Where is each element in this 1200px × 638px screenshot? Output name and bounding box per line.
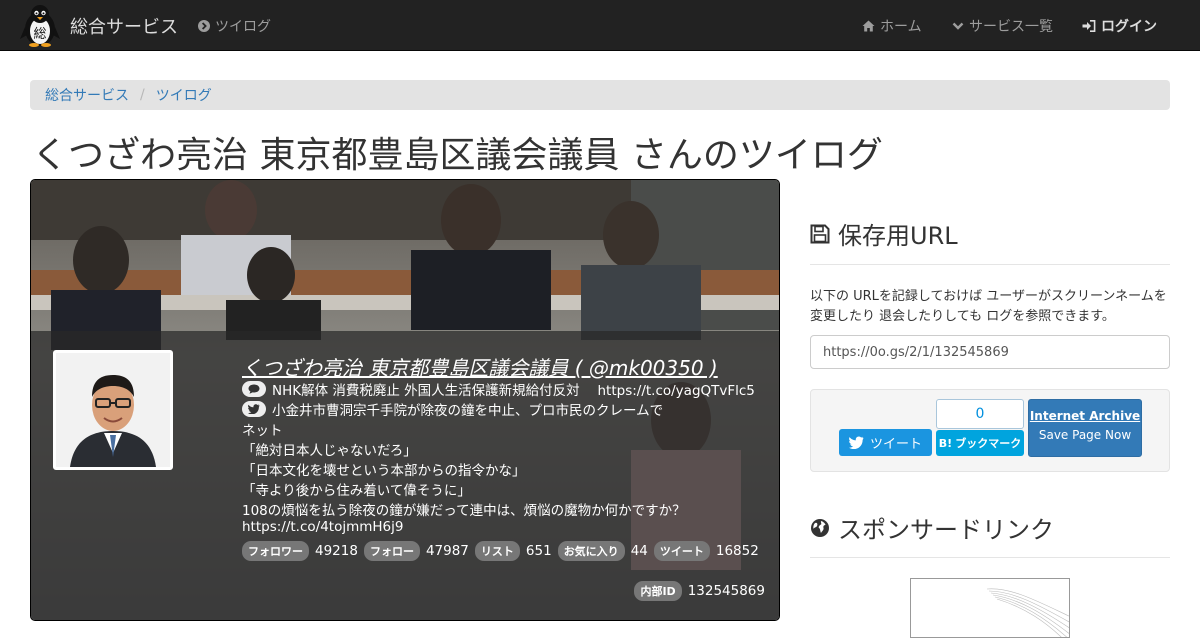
latest-tweet-line: 108の煩悩を払う除夜の鐘が嫌だって連中は、煩悩の魔物か何かですか？ <box>242 503 686 519</box>
stat-label-favorites: お気に入り <box>557 541 625 561</box>
profile-stats: フォロワー 49218 フォロー 47987 リスト 651 お気に入り 44 … <box>242 541 765 561</box>
latest-tweet-line: 「絶対日本人じゃないだろ」 <box>242 443 417 459</box>
profile-bio-text: NHK解体 消費税廃止 外国人生活保護新規給付反対 https://t.co/y… <box>272 383 755 399</box>
save-url-note: 以下の URLを記録しておけば ユーザーがスクリーンネームを変更したり 退会した… <box>810 289 1167 324</box>
hatena-badge-icon: B! <box>938 436 953 450</box>
tweet-button[interactable]: ツイート <box>839 429 932 456</box>
latest-tweet-line: ネット <box>242 423 283 439</box>
stat-label-following: フォロー <box>363 541 420 561</box>
save-url-heading-text: 保存用URL <box>838 222 958 250</box>
stat-label-tweets: ツイート <box>653 541 710 561</box>
breadcrumb: 総合サービス / ツイログ <box>30 80 1170 110</box>
hatena-bookmark-label: ブックマーク <box>955 437 1022 450</box>
page-title: くつざわ亮治 東京都豊島区議会議員 さんのツイログ <box>32 135 883 176</box>
save-url-heading: 保存用URL <box>810 216 958 251</box>
internal-id: 内部ID 132545869 <box>634 581 765 601</box>
tweet-button-label: ツイート <box>869 437 922 452</box>
chevron-down-icon <box>952 22 964 30</box>
home-icon <box>862 20 875 32</box>
latest-tweet-line: 「日本文化を壊せという本部からの指令かな」 <box>242 463 526 479</box>
breadcrumb-item-tweetlog[interactable]: ツイログ <box>156 85 212 105</box>
chevron-circle-right-icon <box>198 20 210 32</box>
sponsor-heading-text: スポンサードリンク <box>838 516 1054 544</box>
nav-services[interactable]: サービス一覧 <box>952 16 1053 36</box>
share-buttons-panel: ツイート 0 B! ブックマーク Internet Archive Save P… <box>810 389 1170 472</box>
stat-value-followers: 49218 <box>315 543 358 559</box>
sponsor-heading: スポンサードリンク <box>810 510 1054 545</box>
nav-home-label: ホーム <box>880 19 922 35</box>
internal-id-label: 内部ID <box>634 581 682 601</box>
brand-link[interactable]: 総合サービス <box>70 13 178 39</box>
latest-tweet-link[interactable]: https://t.co/4tojmmH6j9 <box>242 519 403 535</box>
divider <box>810 264 1170 265</box>
latest-tweet-line: 「寺より後から住み着いて偉そうに」 <box>242 483 471 499</box>
floppy-disk-icon <box>810 224 830 243</box>
nav-tweetlog-label: ツイログ <box>215 19 271 35</box>
nav-home[interactable]: ホーム <box>862 16 922 36</box>
penguin-logo-icon[interactable]: 総 <box>18 3 62 47</box>
twitter-bird-icon <box>848 436 864 449</box>
sign-in-icon <box>1082 20 1096 32</box>
internet-archive-button[interactable]: Internet Archive Save Page Now <box>1028 399 1142 457</box>
profile-bio: NHK解体 消費税廃止 外国人生活保護新規給付反対 https://t.co/y… <box>242 379 755 399</box>
stat-value-tweets: 16852 <box>715 543 759 559</box>
breadcrumb-item-home[interactable]: 総合サービス <box>45 85 129 105</box>
hatena-bookmark-button[interactable]: B! ブックマーク <box>936 430 1024 456</box>
logo-letter: 総 <box>33 27 46 42</box>
comment-icon <box>242 381 266 397</box>
divider <box>810 557 1170 558</box>
latest-tweet-line: 小金井市曹洞宗千手院が除夜の鐘を中止、プロ市民のクレームで <box>242 399 663 419</box>
save-url-input[interactable] <box>810 335 1170 369</box>
stat-value-following: 47987 <box>425 543 469 559</box>
profile-avatar[interactable] <box>53 350 173 470</box>
twitter-bird-icon <box>242 401 266 417</box>
stat-value-favorites: 44 <box>630 543 648 559</box>
nav-tweetlog[interactable]: ツイログ <box>198 16 271 36</box>
hatena-bookmark-count: 0 <box>936 399 1024 429</box>
nav-login-label: ログイン <box>1101 19 1157 35</box>
stat-label-followers: フォロワー <box>242 541 309 561</box>
stat-value-lists: 651 <box>525 543 552 559</box>
breadcrumb-separator: / <box>140 87 145 103</box>
profile-card: くつざわ亮治 東京都豊島区議会議員 ( @mk00350 ) NHK解体 消費税… <box>30 179 780 621</box>
internal-id-value: 132545869 <box>687 583 765 599</box>
navbar: 総 総合サービス ツイログ ホーム サービス一覧 ログイン <box>0 0 1200 51</box>
nav-login[interactable]: ログイン <box>1082 16 1157 36</box>
sponsored-ad-banner[interactable] <box>910 578 1070 638</box>
globe-icon <box>811 518 829 537</box>
latest-tweet-text: 小金井市曹洞宗千手院が除夜の鐘を中止、プロ市民のクレームで <box>272 403 664 419</box>
profile-screen-name-link[interactable]: くつざわ亮治 東京都豊島区議会議員 ( @mk00350 ) <box>242 352 718 381</box>
internet-archive-title: Internet Archive <box>1029 409 1141 423</box>
nav-services-label: サービス一覧 <box>969 19 1053 35</box>
stat-label-lists: リスト <box>474 541 520 561</box>
internet-archive-subtitle: Save Page Now <box>1038 428 1132 442</box>
